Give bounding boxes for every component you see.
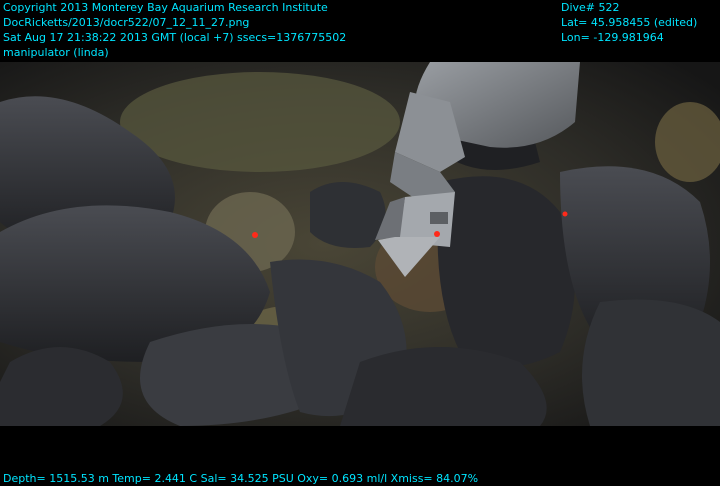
camera-text: manipulator (linda) bbox=[3, 46, 109, 59]
copyright-text: Copyright 2013 Monterey Bay Aquarium Res… bbox=[3, 1, 328, 14]
telemetry-overlay: Depth= 1515.53 m Temp= 2.441 C Sal= 34.5… bbox=[3, 471, 478, 486]
file-path-text: DocRicketts/2013/docr522/07_12_11_27.png bbox=[3, 16, 250, 29]
dive-info-overlay: Dive# 522 Lat= 45.958455 (edited) Lon= -… bbox=[561, 0, 697, 45]
telemetry-text: Depth= 1515.53 m Temp= 2.441 C Sal= 34.5… bbox=[3, 472, 479, 485]
dive-number-text: Dive# 522 bbox=[561, 1, 620, 14]
laser-dot bbox=[562, 211, 568, 217]
latitude-text: Lat= 45.958455 (edited) bbox=[561, 16, 698, 29]
laser-dot bbox=[252, 232, 258, 238]
seafloor-camera-frame bbox=[0, 62, 720, 426]
timestamp-text: Sat Aug 17 21:38:22 2013 GMT (local +7) … bbox=[3, 31, 347, 44]
header-overlay: Copyright 2013 Monterey Bay Aquarium Res… bbox=[3, 0, 346, 60]
longitude-text: Lon= -129.981964 bbox=[561, 31, 664, 44]
laser-dot bbox=[434, 231, 440, 237]
